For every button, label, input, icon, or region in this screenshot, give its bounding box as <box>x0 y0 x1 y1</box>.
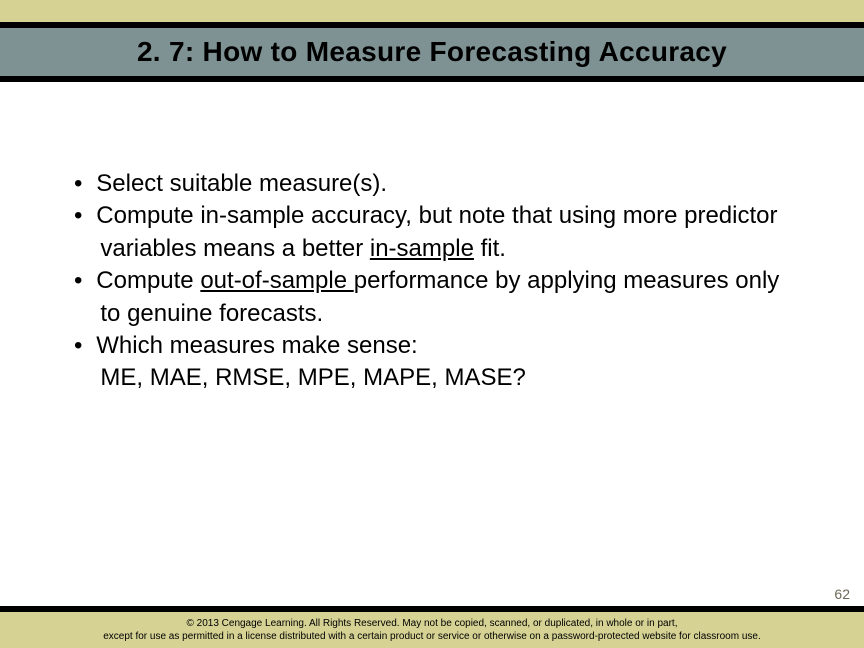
bullet-list: Select suitable measure(s). Compute in-s… <box>74 168 790 362</box>
bullet-item-3: Compute out-of-sample performance by app… <box>100 265 790 330</box>
b3-underlined: out-of-sample <box>200 267 353 294</box>
b2-text2: fit. <box>474 235 506 262</box>
b3-text1: Compute <box>96 267 200 294</box>
footer-accent-bar: © 2013 Cengage Learning. All Rights Rese… <box>0 612 864 648</box>
top-accent-bar <box>0 0 864 22</box>
slide-content: Select suitable measure(s). Compute in-s… <box>0 82 864 395</box>
bullet-item-2: Compute in-sample accuracy, but note tha… <box>100 200 790 265</box>
bullet-item-4-sub: ME, MAE, RMSE, MPE, MAPE, MASE? <box>100 362 790 394</box>
footer-line-1: © 2013 Cengage Learning. All Rights Rese… <box>0 617 864 630</box>
b2-underlined: in-sample <box>370 235 474 262</box>
slide-title: 2. 7: How to Measure Forecasting Accurac… <box>0 36 864 68</box>
title-band: 2. 7: How to Measure Forecasting Accurac… <box>0 28 864 76</box>
bullet-item-4: Which measures make sense: <box>100 330 790 362</box>
bullet-item-1: Select suitable measure(s). <box>100 168 790 200</box>
page-number: 62 <box>834 586 850 602</box>
footer-line-2: except for use as permitted in a license… <box>0 630 864 643</box>
